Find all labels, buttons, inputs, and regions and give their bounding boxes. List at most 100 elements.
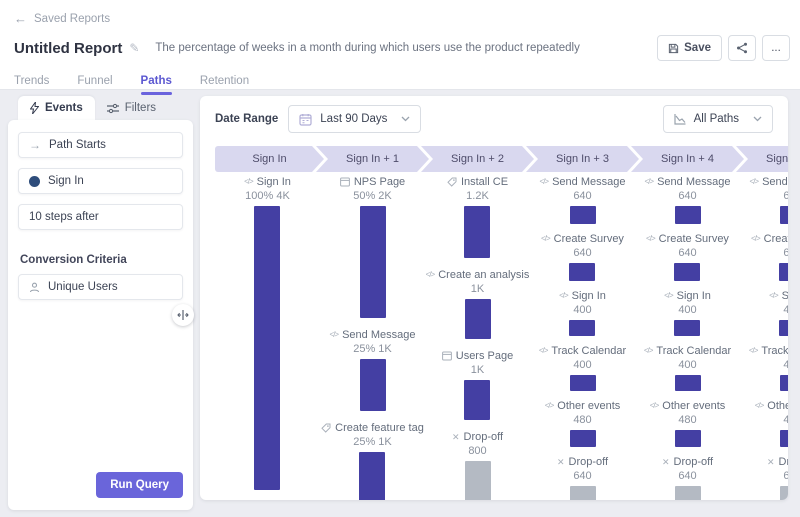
dropoff-bar[interactable] [570,486,596,500]
path-node-label: </>Track Calendar [749,344,788,358]
path-node-value: 640 [573,469,591,483]
path-node[interactable]: Users Page1K [442,349,513,420]
path-node[interactable]: ✕Drop-off800 [452,430,503,500]
sidebar-tab-events[interactable]: Events [18,96,95,120]
dropoff-bar[interactable] [780,486,789,500]
path-node[interactable]: Install CE1.2K [447,175,508,258]
run-query-button[interactable]: Run Query [96,472,183,498]
path-starts-row[interactable]: → Path Starts [18,132,183,158]
edit-title-icon[interactable]: ✎ [129,41,139,55]
calendar-icon [299,113,312,126]
path-bar[interactable] [779,263,788,281]
path-bar[interactable] [464,380,490,420]
path-node[interactable]: </>Track Calendar400 [749,344,788,391]
path-node-value: 400 [678,358,696,372]
path-node[interactable]: </>Track Calendar400 [539,344,626,391]
code-icon: </> [646,232,655,246]
steps-after-row[interactable]: 10 steps after [18,204,183,230]
path-node-value: 25% 1K [353,435,392,449]
path-bar[interactable] [780,430,789,447]
path-step-headers: Sign InSign In + 1Sign In + 2Sign In + 3… [215,146,773,172]
x-icon: ✕ [662,455,670,469]
path-bar[interactable] [360,359,386,411]
path-node[interactable]: </>Other events480 [545,399,621,447]
path-node[interactable]: </>Sign In400 [769,289,788,336]
x-icon: ✕ [767,455,775,469]
path-node[interactable]: </>Sign In400 [664,289,711,336]
more-options-button[interactable]: ... [762,35,790,61]
sidebar-tab-filters[interactable]: Filters [95,96,168,120]
path-bar[interactable] [675,430,701,447]
path-node[interactable]: </>Sign In100% 4K [244,175,291,490]
path-columns: </>Sign In100% 4K NPS Page50% 2K </>Send M… [215,172,773,500]
path-node[interactable]: </>Create Survey640 [541,232,624,281]
path-bar[interactable] [779,320,788,336]
paths-filter-select[interactable]: All Paths [663,105,773,133]
path-node[interactable]: ✕Drop-off640 [767,455,788,500]
path-bar[interactable] [675,375,701,391]
dropoff-bar[interactable] [465,461,491,500]
unique-users-row[interactable]: Unique Users [18,274,183,300]
path-bar[interactable] [465,299,491,339]
dropoff-bar[interactable] [675,486,701,500]
path-bar[interactable] [674,320,700,336]
back-to-saved-reports[interactable]: ← Saved Reports [0,0,800,25]
events-panel: → Path Starts Sign In 10 steps after Con… [8,120,193,510]
path-node-label: </>Send Message [540,175,626,189]
path-step-header[interactable]: Sign In + 2 [421,146,534,172]
path-node[interactable]: </>Sign In400 [559,289,606,336]
event-row-sign-in[interactable]: Sign In [18,168,183,194]
path-bar[interactable] [569,320,595,336]
path-node[interactable]: </>Send Message640 [540,175,626,224]
sidebar-resize-handle[interactable] [172,304,194,326]
path-node-label: </>Send Message [330,328,416,342]
path-node-value: 640 [783,246,788,260]
path-node-value: 800 [468,444,486,458]
path-node-label: ✕Drop-off [767,455,788,469]
path-bar[interactable] [780,375,789,391]
path-bar[interactable] [359,452,385,500]
path-bar[interactable] [570,430,596,447]
path-bar[interactable] [674,263,700,281]
path-node[interactable]: ✕Drop-off640 [557,455,608,500]
path-bar[interactable] [570,375,596,391]
path-bar[interactable] [464,206,490,258]
path-node[interactable]: </>Create an analysis1K [426,268,530,339]
path-node[interactable]: Create feature tag25% 1K [321,421,424,500]
path-bar[interactable] [675,206,701,224]
top-header: ← Saved Reports Untitled Report ✎ The pe… [0,0,800,89]
path-node[interactable]: ✕Drop-off640 [662,455,713,500]
path-bar[interactable] [254,206,280,490]
path-bar[interactable] [569,263,595,281]
code-icon: </> [645,175,654,189]
share-button[interactable] [728,35,756,61]
path-node[interactable]: </>Send Message25% 1K [330,328,416,411]
path-node[interactable]: </>Send Message640 [750,175,788,224]
path-node[interactable]: </>Track Calendar400 [644,344,731,391]
save-button[interactable]: Save [657,35,722,61]
path-node[interactable]: </>Other events480 [755,399,788,447]
x-icon: ✕ [452,430,460,444]
path-node[interactable]: </>Create Survey640 [646,232,729,281]
path-node[interactable]: </>Send Message640 [645,175,731,224]
path-node-value: 640 [678,246,696,260]
path-step-header[interactable]: Sign In [215,146,324,172]
path-node-value: 25% 1K [353,342,392,356]
path-step-header[interactable]: Sign In + 4 [631,146,744,172]
path-node[interactable]: </>Other events480 [650,399,726,447]
path-column: Install CE1.2K </>Create an analysis1K Use… [425,175,530,500]
path-node-value: 50% 2K [353,189,392,203]
path-node-value: 400 [783,358,788,372]
code-icon: </> [426,268,435,282]
path-bar[interactable] [360,206,386,318]
tag-icon [447,177,457,187]
path-node[interactable]: NPS Page50% 2K [340,175,405,318]
date-range-select[interactable]: Last 90 Days [288,105,421,133]
path-node[interactable]: </>Create Survey640 [751,232,788,281]
path-node-value: 400 [573,358,591,372]
path-bar[interactable] [780,206,789,224]
path-node-label: ✕Drop-off [662,455,713,469]
path-step-header[interactable]: Sign In + 3 [526,146,639,172]
path-step-header[interactable]: Sign In + 1 [316,146,429,172]
path-bar[interactable] [570,206,596,224]
